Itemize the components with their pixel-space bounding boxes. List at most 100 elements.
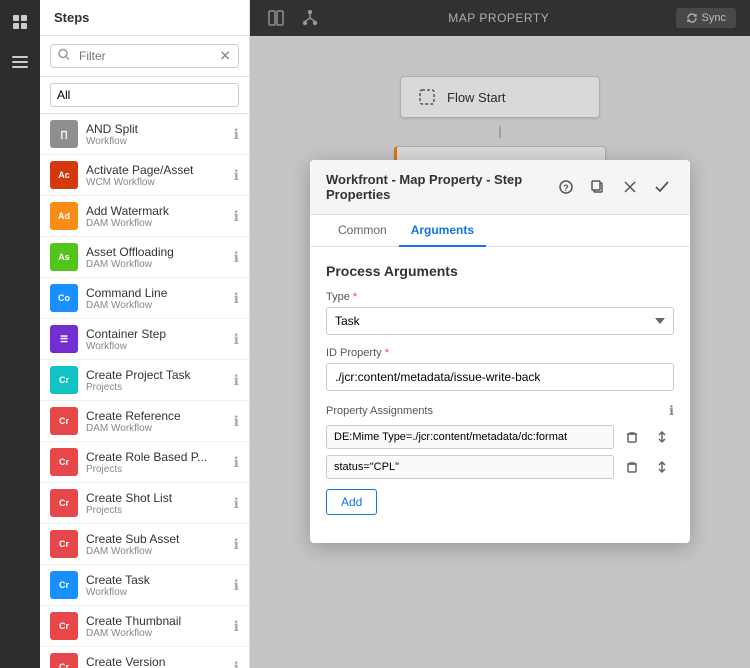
sidebar-item-icon-create-thumbnail: Cr xyxy=(50,612,78,640)
sidebar-item-subtitle-create-role-based: Projects xyxy=(86,464,226,475)
sidebar-item-asset-offloading[interactable]: As Asset OffloadingDAM Workflow ℹ xyxy=(40,237,249,278)
property-assignments-header: Property Assignments ℹ xyxy=(326,403,674,419)
modal-help-button[interactable]: ? xyxy=(554,175,578,199)
sidebar-item-info-icon-create-thumbnail[interactable]: ℹ xyxy=(234,618,239,635)
sidebar-item-icon-command-line: Co xyxy=(50,284,78,312)
property-row-input-1[interactable] xyxy=(326,455,614,479)
id-required-marker: * xyxy=(385,347,389,359)
property-row-delete-1[interactable] xyxy=(620,455,644,479)
sidebar-item-command-line[interactable]: Co Command LineDAM Workflow ℹ xyxy=(40,278,249,319)
sidebar-item-create-sub-asset[interactable]: Cr Create Sub AssetDAM Workflow ℹ xyxy=(40,524,249,565)
sidebar-item-subtitle-and-split: Workflow xyxy=(86,136,226,147)
sidebar-item-text-container-step: Container StepWorkflow xyxy=(86,327,226,352)
sidebar-item-text-create-role-based: Create Role Based P...Projects xyxy=(86,450,226,475)
sidebar-item-info-icon-command-line[interactable]: ℹ xyxy=(234,290,239,307)
tab-arguments[interactable]: Arguments xyxy=(399,215,486,247)
sidebar-item-info-icon-create-reference[interactable]: ℹ xyxy=(234,413,239,430)
sidebar-item-info-icon-asset-offloading[interactable]: ℹ xyxy=(234,249,239,266)
sidebar-item-subtitle-create-thumbnail: DAM Workflow xyxy=(86,628,226,639)
sidebar-item-icon-and-split: ∏ xyxy=(50,120,78,148)
sidebar-item-info-icon-create-project-task[interactable]: ℹ xyxy=(234,372,239,389)
sidebar-item-subtitle-asset-offloading: DAM Workflow xyxy=(86,259,226,270)
sidebar-item-text-create-shot-list: Create Shot ListProjects xyxy=(86,491,226,516)
filter-select[interactable]: All Workflow DAM Workflow WCM Workflow P… xyxy=(50,83,239,107)
left-rail xyxy=(0,0,40,668)
search-input[interactable] xyxy=(50,44,239,68)
sidebar-item-info-icon-container-step[interactable]: ℹ xyxy=(234,331,239,348)
sidebar-item-text-create-reference: Create ReferenceDAM Workflow xyxy=(86,409,226,434)
sidebar-item-text-create-task: Create TaskWorkflow xyxy=(86,573,226,598)
sidebar-item-create-shot-list[interactable]: CrCreate Shot ListProjectsℹ xyxy=(40,483,249,524)
sidebar-item-icon-add-watermark: Ad xyxy=(50,202,78,230)
sidebar-item-title-create-project-task: Create Project Task xyxy=(86,368,226,382)
sidebar-item-info-icon-create-shot-list[interactable]: ℹ xyxy=(234,495,239,512)
property-row-delete-0[interactable] xyxy=(620,425,644,449)
sidebar-item-text-asset-offloading: Asset OffloadingDAM Workflow xyxy=(86,245,226,270)
sidebar-item-create-role-based[interactable]: CrCreate Role Based P...Projectsℹ xyxy=(40,442,249,483)
property-row-1 xyxy=(326,455,674,479)
sidebar-item-info-icon-create-version[interactable]: ℹ xyxy=(234,659,239,668)
sidebar-item-info-icon-create-sub-asset[interactable]: ℹ xyxy=(234,536,239,553)
sidebar-search-container: ✕ xyxy=(40,36,249,77)
sidebar-item-activate-page[interactable]: Ac Activate Page/AssetWCM Workflow ℹ xyxy=(40,155,249,196)
sidebar-item-title-add-watermark: Add Watermark xyxy=(86,204,226,218)
sidebar-item-icon-activate-page: Ac xyxy=(50,161,78,189)
property-row-move-1[interactable] xyxy=(650,455,674,479)
sidebar-item-title-and-split: AND Split xyxy=(86,122,226,136)
sidebar-item-title-create-thumbnail: Create Thumbnail xyxy=(86,614,226,628)
modal-confirm-button[interactable] xyxy=(650,175,674,199)
sidebar-item-create-project-task[interactable]: CrCreate Project TaskProjectsℹ xyxy=(40,360,249,401)
sidebar-item-info-icon-create-role-based[interactable]: ℹ xyxy=(234,454,239,471)
modal-body: Process Arguments Type * Task Project Is… xyxy=(310,247,690,543)
sidebar-item-title-create-version: Create Version xyxy=(86,655,226,668)
search-icon xyxy=(58,49,70,64)
clear-icon[interactable]: ✕ xyxy=(219,48,231,65)
type-label: Type * xyxy=(326,291,674,303)
modal-close-button[interactable] xyxy=(618,175,642,199)
modal-title: Workfront - Map Property - Step Properti… xyxy=(326,172,554,202)
property-assignments-info-icon[interactable]: ℹ xyxy=(669,403,674,419)
id-property-label: ID Property * xyxy=(326,347,674,359)
sidebar-item-icon-asset-offloading: As xyxy=(50,243,78,271)
sidebar-item-create-task[interactable]: Cr Create TaskWorkflow ℹ xyxy=(40,565,249,606)
property-row-move-0[interactable] xyxy=(650,425,674,449)
property-assignments-label: Property Assignments xyxy=(326,405,433,417)
add-property-button[interactable]: Add xyxy=(326,489,377,515)
modal-copy-button[interactable] xyxy=(586,175,610,199)
sidebar-item-text-command-line: Command LineDAM Workflow xyxy=(86,286,226,311)
sidebar-item-icon-create-reference: Cr xyxy=(50,407,78,435)
sidebar-item-create-version[interactable]: CrCreate VersionWCM Workflowℹ xyxy=(40,647,249,668)
sidebar-item-add-watermark[interactable]: AdAdd WatermarkDAM Workflowℹ xyxy=(40,196,249,237)
sidebar-item-subtitle-create-reference: DAM Workflow xyxy=(86,423,226,434)
id-property-input[interactable] xyxy=(326,363,674,391)
process-arguments-title: Process Arguments xyxy=(326,263,674,279)
sidebar-item-icon-create-sub-asset: Cr xyxy=(50,530,78,558)
sidebar-item-subtitle-container-step: Workflow xyxy=(86,341,226,352)
property-row-0 xyxy=(326,425,674,449)
sidebar-item-subtitle-command-line: DAM Workflow xyxy=(86,300,226,311)
sidebar-item-text-create-project-task: Create Project TaskProjects xyxy=(86,368,226,393)
sidebar-item-info-icon-activate-page[interactable]: ℹ xyxy=(234,167,239,184)
sidebar-item-info-icon-create-task[interactable]: ℹ xyxy=(234,577,239,594)
sidebar-item-info-icon-and-split[interactable]: ℹ xyxy=(234,126,239,143)
tab-common[interactable]: Common xyxy=(326,215,399,247)
sidebar-item-create-reference[interactable]: Cr Create ReferenceDAM Workflow ℹ xyxy=(40,401,249,442)
sidebar-item-and-split[interactable]: ∏ AND SplitWorkflow ℹ xyxy=(40,114,249,155)
sidebar-item-title-create-reference: Create Reference xyxy=(86,409,226,423)
sidebar-item-text-create-sub-asset: Create Sub AssetDAM Workflow xyxy=(86,532,226,557)
sidebar-item-title-asset-offloading: Asset Offloading xyxy=(86,245,226,259)
type-select[interactable]: Task Project Issue xyxy=(326,307,674,335)
grid-icon[interactable] xyxy=(8,10,32,34)
sidebar-item-subtitle-create-shot-list: Projects xyxy=(86,505,226,516)
property-assignments-group: Property Assignments ℹ Add xyxy=(326,403,674,515)
menu-icon[interactable] xyxy=(8,50,32,74)
sidebar-item-text-activate-page: Activate Page/AssetWCM Workflow xyxy=(86,163,226,188)
sidebar-item-container-step[interactable]: ☰Container StepWorkflowℹ xyxy=(40,319,249,360)
sidebar-item-subtitle-create-project-task: Projects xyxy=(86,382,226,393)
property-row-input-0[interactable] xyxy=(326,425,614,449)
sidebar-item-create-thumbnail[interactable]: Cr Create ThumbnailDAM Workflow ℹ xyxy=(40,606,249,647)
sidebar-list: ∏AND SplitWorkflowℹAcActivate Page/Asset… xyxy=(40,114,249,668)
sidebar-item-icon-create-task: Cr xyxy=(50,571,78,599)
modal: Workfront - Map Property - Step Properti… xyxy=(310,160,690,543)
sidebar-item-info-icon-add-watermark[interactable]: ℹ xyxy=(234,208,239,225)
